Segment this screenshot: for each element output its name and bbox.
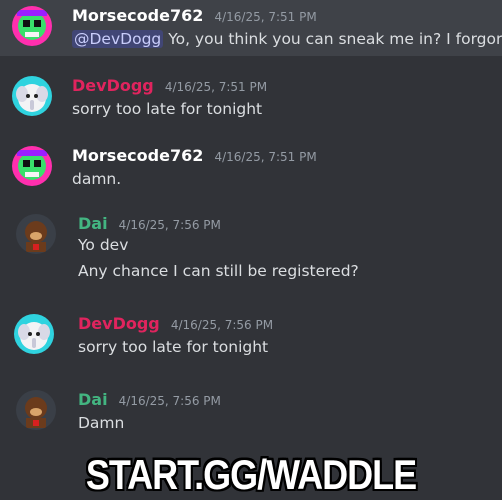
message-text: Any chance I can still be registered?: [78, 262, 359, 280]
author-name[interactable]: Morsecode762: [72, 146, 203, 165]
avatar[interactable]: [12, 146, 52, 186]
timestamp: 4/16/25, 7:51 PM: [164, 80, 268, 94]
message[interactable]: Dai 4/16/25, 7:56 PM Damn: [0, 384, 502, 442]
user-mention[interactable]: @DevDogg: [72, 30, 164, 48]
skull-avatar-icon: [12, 6, 52, 46]
donkey-kong-avatar-icon: [16, 390, 56, 430]
message-text: Yo dev: [78, 236, 129, 254]
avatar[interactable]: [16, 214, 56, 254]
timestamp: 4/16/25, 7:56 PM: [118, 218, 221, 232]
elephant-avatar-icon: [14, 314, 54, 354]
author-name[interactable]: Dai: [78, 214, 108, 233]
author-name[interactable]: DevDogg: [72, 76, 154, 95]
elephant-avatar-icon: [12, 76, 52, 116]
message[interactable]: DevDogg 4/16/25, 7:56 PM sorry too late …: [0, 308, 502, 366]
message-text: sorry too late for tonight: [72, 100, 263, 118]
message-text: sorry too late for tonight: [78, 338, 269, 356]
message[interactable]: Morsecode762 4/16/25, 7:51 PM damn.: [0, 140, 502, 196]
timestamp: 4/16/25, 7:56 PM: [170, 318, 274, 332]
message-text: damn.: [72, 170, 122, 188]
message[interactable]: DevDogg 4/16/25, 7:51 PM sorry too late …: [0, 70, 502, 126]
author-name[interactable]: Dai: [78, 390, 108, 409]
avatar[interactable]: [14, 314, 54, 354]
message-text: Yo, you think you can sneak me in? I for…: [168, 30, 502, 48]
donkey-kong-avatar-icon: [16, 214, 56, 254]
caption-text: START.GG/WADDLE: [85, 450, 417, 498]
message[interactable]: Morsecode762 4/16/25, 7:51 PM @DevDogg Y…: [0, 0, 502, 56]
message[interactable]: Dai 4/16/25, 7:56 PM Yo dev Any chance I…: [0, 208, 502, 292]
avatar[interactable]: [12, 76, 52, 116]
timestamp: 4/16/25, 7:51 PM: [214, 150, 317, 164]
avatar[interactable]: [12, 6, 52, 46]
timestamp: 4/16/25, 7:56 PM: [118, 394, 221, 408]
avatar[interactable]: [16, 390, 56, 430]
caption-banner: START.GG/WADDLE: [0, 450, 502, 500]
author-name[interactable]: Morsecode762: [72, 6, 203, 25]
message-text: Damn: [78, 414, 125, 432]
skull-avatar-icon: [12, 146, 52, 186]
author-name[interactable]: DevDogg: [78, 314, 160, 333]
timestamp: 4/16/25, 7:51 PM: [214, 10, 317, 24]
